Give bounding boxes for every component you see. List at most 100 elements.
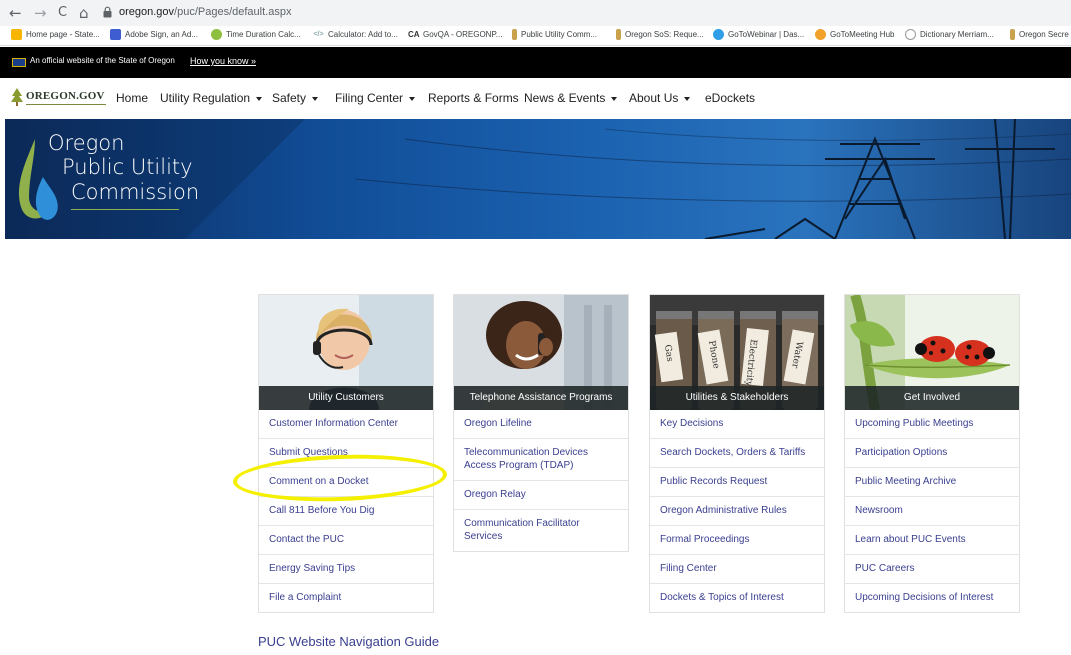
address-bar[interactable]: oregon.gov/puc/Pages/default.aspx [119,6,291,18]
link-public-records-request[interactable]: Public Records Request [650,467,824,496]
official-text: An official website of the State of Oreg… [30,56,175,65]
link-file-a-complaint[interactable]: File a Complaint [259,583,433,612]
bookmark-label: GoToMeeting Hub [830,30,895,39]
link-contact-the-puc[interactable]: Contact the PUC [259,525,433,554]
link-public-meeting-archive[interactable]: Public Meeting Archive [845,467,1019,496]
govqa-icon: CA [408,29,420,40]
card-get-involved: Get Involved Upcoming Public Meetings Pa… [844,294,1020,613]
bookmark-item[interactable]: Public Utility Comm... [512,29,597,40]
bookmark-label: Oregon Secre [1019,30,1069,39]
caret-down-icon [611,96,618,101]
bookmark-item[interactable]: Oregon SoS: Reque... [616,29,704,40]
bookmark-label: Public Utility Comm... [521,30,598,39]
nav-label: Reports & Forms [428,91,519,105]
home-icon[interactable]: ⌂ [79,4,89,22]
card-caption: Get Involved [845,386,1019,410]
bookmark-label: Home page - State... [26,30,100,39]
bookmark-item[interactable]: Oregon Secre [1010,29,1069,40]
link-formal-proceedings[interactable]: Formal Proceedings [650,525,824,554]
bookmark-item[interactable]: CA GovQA - OREGONP... [408,29,502,40]
card-caption: Utility Customers [259,386,433,410]
nav-label: eDockets [705,91,756,105]
bookmark-item[interactable]: </> Calculator: Add to... [313,29,398,40]
navigation-guide-link[interactable]: PUC Website Navigation Guide [258,634,439,649]
lock-icon [103,6,112,18]
hero-banner: Oregon Public Utility Commission [5,119,1071,239]
nav-safety[interactable]: Safety [272,91,319,105]
oregon-favicon-icon [1010,29,1015,40]
clock-icon [211,29,222,40]
link-tdap[interactable]: Telecommunication Devices Access Program… [454,438,628,480]
back-icon[interactable]: ← [9,4,22,22]
link-puc-careers[interactable]: PUC Careers [845,554,1019,583]
reload-icon[interactable]: C [58,4,67,22]
nav-label: News & Events [524,91,606,105]
calculator-icon: </> [313,29,324,40]
forward-icon[interactable]: → [34,4,47,22]
banner-title-line3: Commission [71,180,200,204]
link-oregon-lifeline[interactable]: Oregon Lifeline [454,410,628,438]
link-energy-saving-tips[interactable]: Energy Saving Tips [259,554,433,583]
browser-toolbar: ← → C ⌂ oregon.gov/puc/Pages/default.asp… [0,0,1071,26]
card-caption: Telephone Assistance Programs [454,386,628,410]
caret-down-icon [409,96,416,101]
bookmark-label: Dictionary Merriam... [920,30,994,39]
nav-news-events[interactable]: News & Events [524,91,618,105]
link-filing-center[interactable]: Filing Center [650,554,824,583]
banner-underline [71,209,179,210]
bookmark-item[interactable]: GoToWebinar | Das... [713,29,804,40]
link-key-decisions[interactable]: Key Decisions [650,410,824,438]
site-navigation: OREGON.GOV Home Utility Regulation Safet… [0,78,1071,119]
oregon-favicon-icon [616,29,621,40]
bookmark-item[interactable]: Adobe Sign, an Ad... [110,29,198,40]
url-path: /puc/Pages/default.aspx [174,6,292,18]
caret-down-icon [256,96,263,101]
link-oregon-administrative-rules[interactable]: Oregon Administrative Rules [650,496,824,525]
bookmark-label: GovQA - OREGONP... [423,30,503,39]
banner-title-line1: Oregon [48,131,125,155]
link-participation-options[interactable]: Participation Options [845,438,1019,467]
nav-filing-center[interactable]: Filing Center [335,91,416,105]
link-upcoming-public-meetings[interactable]: Upcoming Public Meetings [845,410,1019,438]
official-site-banner: An official website of the State of Oreg… [0,47,1071,78]
oregon-gov-logo[interactable]: OREGON.GOV [10,87,106,107]
oregon-flag-icon [12,58,26,67]
link-dockets-topics[interactable]: Dockets & Topics of Interest [650,583,824,612]
caret-down-icon [312,96,319,101]
card-utilities-stakeholders: Gas Phone Electricity Water Utilities & … [649,294,825,613]
bookmark-label: GoToWebinar | Das... [728,30,805,39]
link-learn-about-puc-events[interactable]: Learn about PUC Events [845,525,1019,554]
nav-reports-forms[interactable]: Reports & Forms [428,91,519,105]
nav-home[interactable]: Home [116,91,148,105]
bookmark-item[interactable]: GoToMeeting Hub [815,29,894,40]
nav-label: Filing Center [335,91,404,105]
nav-utility-regulation[interactable]: Utility Regulation [160,91,263,105]
bookmark-label: Calculator: Add to... [328,30,398,39]
logo-text: OREGON.GOV [26,90,105,102]
nav-label: About Us [629,91,679,105]
gotomeeting-icon [815,29,826,40]
oregon-tree-icon [11,88,23,106]
gotowebinar-icon [713,29,724,40]
nav-about-us[interactable]: About Us [629,91,691,105]
bookmark-label: Time Duration Calc... [226,30,301,39]
link-newsroom[interactable]: Newsroom [845,496,1019,525]
nav-edockets[interactable]: eDockets [705,91,755,105]
link-customer-information-center[interactable]: Customer Information Center [259,410,433,438]
link-search-dockets[interactable]: Search Dockets, Orders & Tariffs [650,438,824,467]
logo-underline [26,104,106,105]
card-image: Gas Phone Electricity Water Utilities & … [650,295,824,410]
link-oregon-relay[interactable]: Oregon Relay [454,480,628,509]
banner-title-line2: Public Utility [62,155,193,179]
bookmark-item[interactable]: Dictionary Merriam... [905,29,994,40]
link-upcoming-decisions[interactable]: Upcoming Decisions of Interest [845,583,1019,612]
bookmark-item[interactable]: Home page - State... [11,29,100,40]
how-you-know-link[interactable]: How you know » [190,56,256,66]
bookmark-item[interactable]: Time Duration Calc... [211,29,301,40]
url-domain: oregon.gov [119,6,175,18]
card-image: Get Involved [845,295,1019,410]
bookmark-label: Adobe Sign, an Ad... [125,30,198,39]
card-utility-customers: Utility Customers Customer Information C… [258,294,434,613]
nav-label: Safety [272,91,307,105]
link-communication-facilitator-services[interactable]: Communication Facilitator Services [454,509,628,551]
